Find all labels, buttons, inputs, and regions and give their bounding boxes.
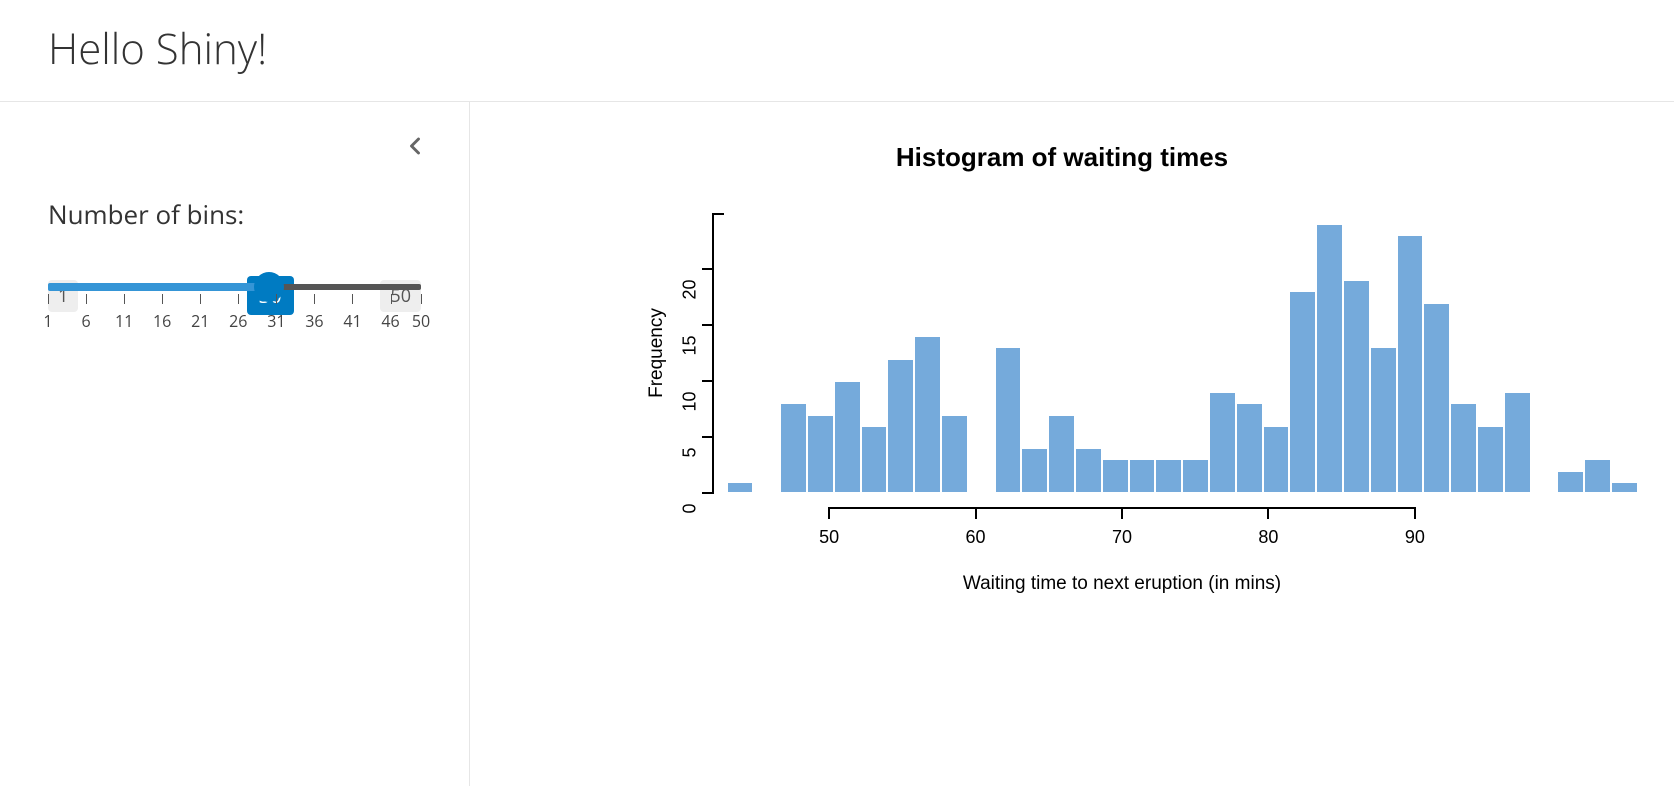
histogram-bar	[1477, 426, 1504, 493]
layout: Number of bins: 1 50 30 1611162126313641…	[0, 102, 1674, 786]
slider-tick-label: 11	[115, 310, 133, 332]
slider-tick	[421, 294, 422, 304]
x-tick-label: 90	[1405, 527, 1425, 548]
sidebar: Number of bins: 1 50 30 1611162126313641…	[0, 102, 470, 786]
histogram-bar	[1611, 482, 1638, 493]
slider-tick-label: 21	[191, 310, 209, 332]
histogram-bar	[1289, 291, 1316, 493]
x-tick-label: 50	[819, 527, 839, 548]
slider-tick	[391, 294, 392, 304]
y-tick-label: 20	[680, 280, 701, 320]
y-tick	[702, 492, 714, 494]
histogram-bar	[1316, 224, 1343, 493]
histogram-bar	[1155, 459, 1182, 493]
histogram-bar	[1182, 459, 1209, 493]
chart-title: Histogram of waiting times	[510, 142, 1614, 173]
y-tick-label: 5	[680, 448, 701, 488]
histogram-bar	[941, 415, 968, 493]
slider-tick	[124, 294, 125, 304]
histogram-bar	[834, 381, 861, 493]
histogram-bar	[1129, 459, 1156, 493]
histogram-bar	[887, 359, 914, 493]
main-panel: Histogram of waiting times Frequency 0 5 1…	[470, 102, 1674, 786]
histogram-bar	[1423, 303, 1450, 493]
slider-track[interactable]	[48, 284, 421, 290]
x-tick-label: 60	[966, 527, 986, 548]
slider-tick-label: 41	[343, 310, 361, 332]
header: Hello Shiny!	[0, 0, 1674, 102]
y-tick	[702, 324, 714, 326]
histogram-bar	[1209, 392, 1236, 493]
slider-tick-label: 46	[381, 310, 399, 332]
slider-ticks: 16111621263136414650	[48, 294, 421, 324]
slider-tick-label: 36	[305, 310, 323, 332]
histogram-bar	[1048, 415, 1075, 493]
histogram-bar	[1343, 280, 1370, 493]
slider-tick	[162, 294, 163, 304]
bins-slider[interactable]: 1 50 30 16111621263136414650	[48, 284, 421, 324]
slider-tick-label: 16	[153, 310, 171, 332]
histogram-bar	[1584, 459, 1611, 493]
slider-tick-label: 50	[412, 310, 430, 332]
histogram-bar	[914, 336, 941, 493]
histogram-bar	[807, 415, 834, 493]
x-tick-label: 80	[1258, 527, 1278, 548]
histogram-bar	[861, 426, 888, 493]
slider-tick-label: 26	[229, 310, 247, 332]
page-title: Hello Shiny!	[48, 20, 1626, 77]
histogram-bar	[1504, 392, 1531, 493]
x-tick-label: 70	[1112, 527, 1132, 548]
y-tick-label: 15	[680, 336, 701, 376]
x-tick	[1121, 507, 1123, 519]
slider-tick-label: 31	[267, 310, 285, 332]
histogram-bar	[1236, 403, 1263, 493]
slider-tick	[314, 294, 315, 304]
slider-fill	[48, 283, 269, 291]
plot-area	[712, 213, 1532, 493]
histogram-chart: Frequency 0 5 10 15 20 50 60 70 80 90 Waiting time…	[582, 213, 1542, 593]
slider-tick-label: 1	[43, 310, 52, 332]
x-tick	[828, 507, 830, 519]
slider-tick	[238, 294, 239, 304]
x-tick	[1414, 507, 1416, 519]
slider-tick-label: 6	[81, 310, 90, 332]
histogram-bar	[1370, 347, 1397, 493]
y-tick-label: 0	[680, 504, 701, 544]
histogram-bar	[1021, 448, 1048, 493]
histogram-bar	[1075, 448, 1102, 493]
chevron-left-icon[interactable]	[401, 132, 429, 160]
slider-label: Number of bins:	[48, 196, 421, 232]
x-tick	[1267, 507, 1269, 519]
y-axis-label: Frequency	[646, 308, 668, 398]
slider-tick	[276, 294, 277, 304]
histogram-bar	[1263, 426, 1290, 493]
slider-tick	[48, 294, 49, 304]
histogram-bar	[1450, 403, 1477, 493]
histogram-bar	[1102, 459, 1129, 493]
histogram-bar	[1397, 235, 1424, 493]
histogram-bar	[1557, 471, 1584, 493]
y-tick	[702, 380, 714, 382]
y-tick	[702, 268, 714, 270]
x-tick	[975, 507, 977, 519]
histogram-bar	[727, 482, 754, 493]
y-tick-label: 10	[680, 392, 701, 432]
histogram-bar	[780, 403, 807, 493]
slider-tick	[86, 294, 87, 304]
y-tick	[702, 436, 714, 438]
slider-tick	[200, 294, 201, 304]
histogram-bar	[995, 347, 1022, 493]
x-axis-label: Waiting time to next eruption (in mins)	[712, 573, 1532, 595]
slider-tick	[352, 294, 353, 304]
